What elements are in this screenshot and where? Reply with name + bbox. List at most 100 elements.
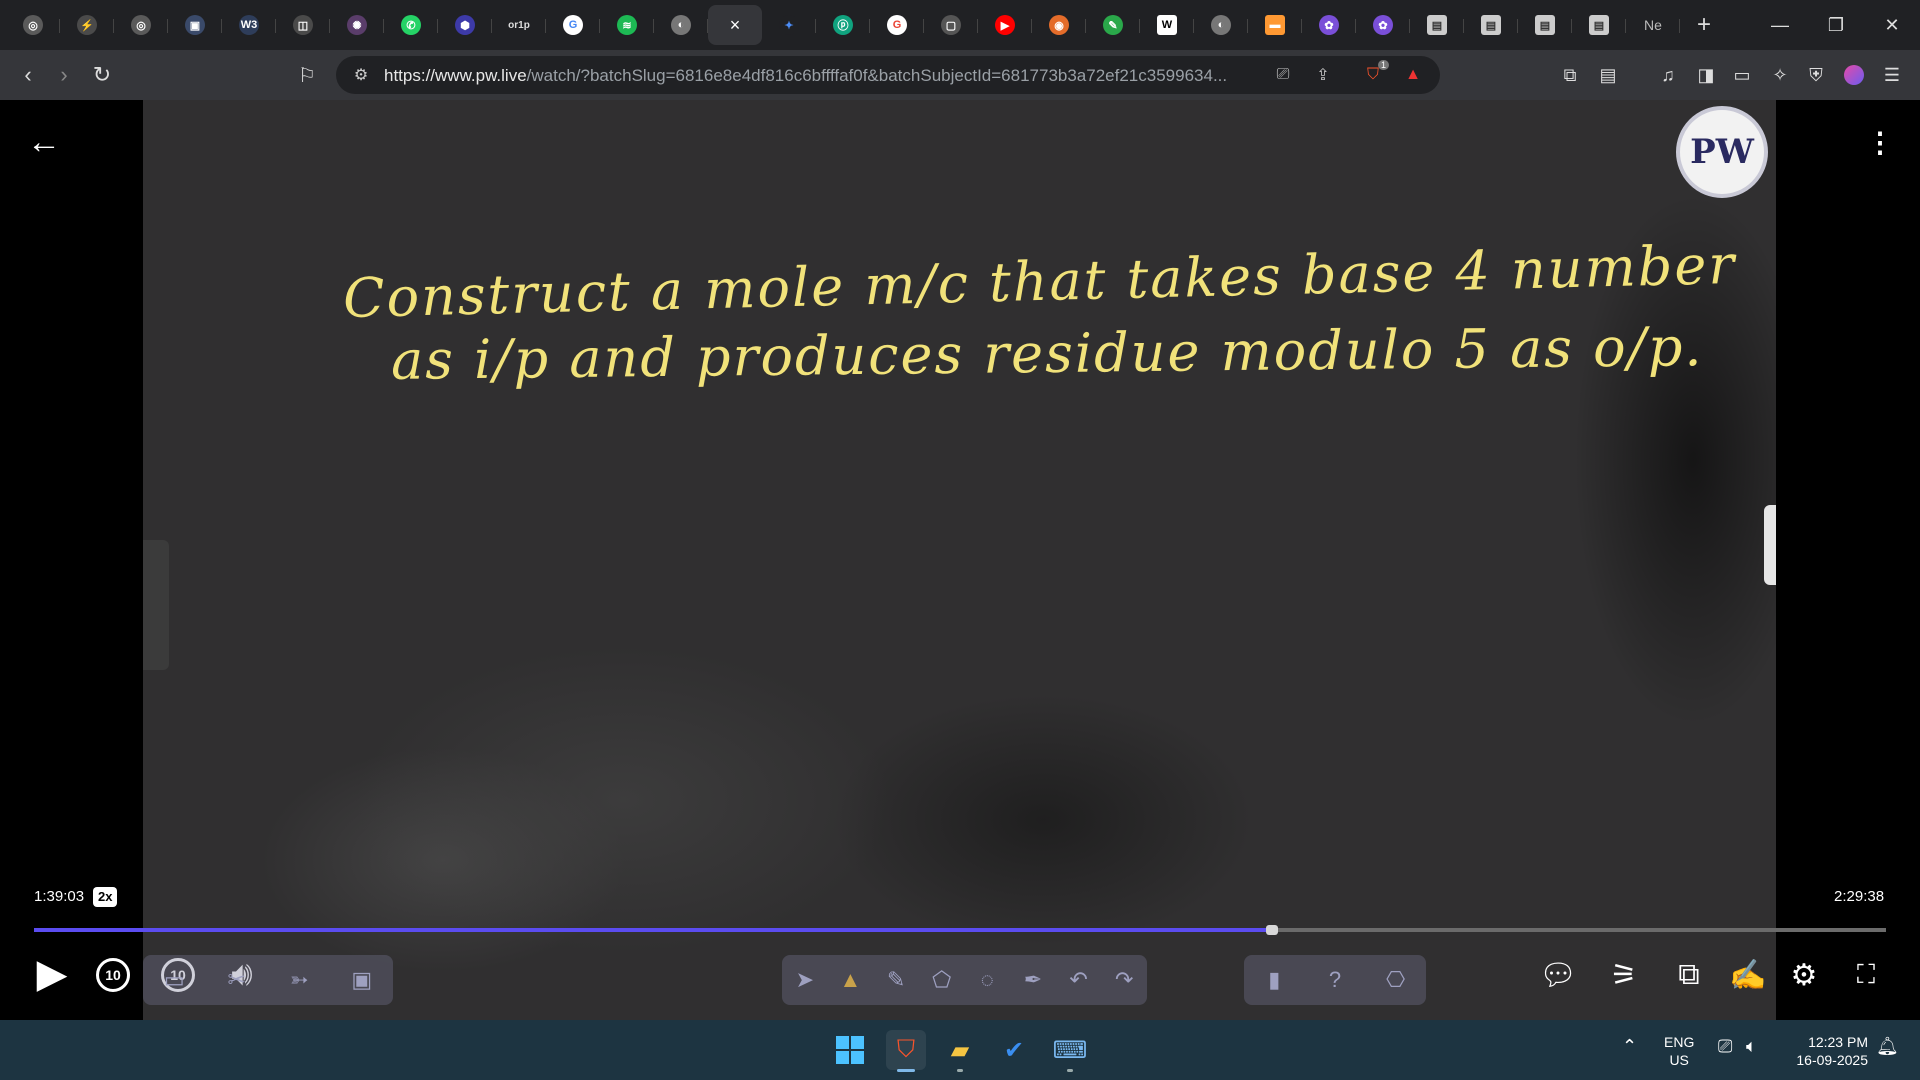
- browser-toolbar: ‹ › ↻ ⚐ ⚙ https://www.pw.live/watch/?bat…: [0, 50, 1920, 100]
- fullscreen-button[interactable]: ⛶: [1844, 953, 1888, 997]
- leo-ai-icon[interactable]: ✧: [1764, 59, 1796, 91]
- video-toolbar-left: ▭ ✂ ➳ ▣: [143, 955, 393, 1005]
- browser-tab[interactable]: ×: [708, 5, 762, 45]
- chat-button[interactable]: 💬︎: [1536, 953, 1580, 997]
- brave-rewards-icon[interactable]: ▲: [1402, 64, 1424, 86]
- vpn-icon[interactable]: ⛨: [1800, 59, 1832, 91]
- taskbar-file-explorer[interactable]: ▰: [940, 1030, 980, 1072]
- browser-tab[interactable]: G: [546, 5, 600, 45]
- url-text[interactable]: https://www.pw.live/watch/?batchSlug=681…: [384, 66, 1227, 86]
- browser-tab[interactable]: ▢: [924, 5, 978, 45]
- picture-in-picture-button[interactable]: ⧉: [1667, 953, 1711, 997]
- browser-tab[interactable]: ▤: [1518, 5, 1572, 45]
- taskbar-brave[interactable]: ⛉: [886, 1030, 926, 1072]
- browser-tab[interactable]: ▬: [1248, 5, 1302, 45]
- left-panel-handle[interactable]: [143, 540, 169, 670]
- browser-tab[interactable]: ✺: [330, 5, 384, 45]
- fullscreen-icon: ⛶: [1856, 959, 1876, 989]
- browser-tab[interactable]: ▤: [1464, 5, 1518, 45]
- media-icon[interactable]: ♫: [1652, 59, 1684, 91]
- url-path: /watch/?batchSlug=6816e8e4df816c6bffffaf…: [526, 66, 1228, 85]
- browser-tab[interactable]: G: [870, 5, 924, 45]
- browser-tab[interactable]: ✿: [1302, 5, 1356, 45]
- reader-mode-icon[interactable]: ▤: [1592, 59, 1624, 91]
- share-icon[interactable]: ⇪: [1312, 64, 1334, 86]
- browser-tab[interactable]: ▣: [168, 5, 222, 45]
- clock-date: 16-09-2025: [1796, 1052, 1868, 1068]
- notes-button[interactable]: ✍: [1726, 953, 1770, 997]
- video-player[interactable]: Construct a mole m/c that takes base 4 n…: [0, 100, 1920, 1020]
- flag-india-icon: ▬: [1265, 15, 1285, 35]
- translate-button[interactable]: ⚞: [1602, 953, 1646, 997]
- chevron-up-icon[interactable]: ⌃: [1622, 1036, 1637, 1057]
- browser-tab[interactable]: ✿: [1356, 5, 1410, 45]
- back-arrow-button[interactable]: ←: [24, 122, 64, 162]
- browser-tab[interactable]: ◎: [6, 5, 60, 45]
- new-tab-button[interactable]: +: [1684, 5, 1724, 45]
- network-icon[interactable]: ⎚: [1718, 1036, 1732, 1057]
- chevron-right-icon: ›: [60, 62, 68, 87]
- rewind-10-button[interactable]: 10: [96, 958, 130, 992]
- browser-tab[interactable]: ▤: [1410, 5, 1464, 45]
- board-text-line-1: Construct a mole m/c that takes base 4 n…: [342, 232, 1737, 331]
- chevron-left-icon: ‹: [24, 62, 32, 87]
- browser-tab[interactable]: ≋: [600, 5, 654, 45]
- browser-tab[interactable]: ◉: [1032, 5, 1086, 45]
- wallet-icon[interactable]: ▭: [1726, 59, 1758, 91]
- checkmark-icon: ✔: [1003, 1036, 1025, 1064]
- browser-tab[interactable]: ▶: [978, 5, 1032, 45]
- browser-tab[interactable]: ◫: [276, 5, 330, 45]
- bookmark-button[interactable]: ⚐: [287, 55, 327, 95]
- folder-icon: ▰: [950, 1036, 970, 1064]
- back-button[interactable]: ‹: [8, 55, 48, 95]
- browser-tab[interactable]: ◐: [654, 5, 708, 45]
- close-window-button[interactable]: ✕: [1864, 0, 1920, 50]
- menu-icon[interactable]: ☰: [1876, 59, 1908, 91]
- settings-button[interactable]: ⚙: [1782, 953, 1826, 997]
- browser-tab[interactable]: ▤: [1572, 5, 1626, 45]
- browser-tab[interactable]: W: [1140, 5, 1194, 45]
- restore-button[interactable]: ❐: [1808, 0, 1864, 50]
- w3schools-icon: W3: [239, 15, 259, 35]
- system-clock[interactable]: 12:23 PM 16-09-2025: [1780, 1033, 1868, 1069]
- kebab-menu-icon: ⋮: [1866, 126, 1894, 158]
- translate-icon: ⚞: [1610, 958, 1638, 992]
- minimize-button[interactable]: —: [1752, 0, 1808, 50]
- site-settings-icon[interactable]: ⚙: [350, 64, 372, 86]
- browser-tab[interactable]: or1p: [492, 5, 546, 45]
- close-icon[interactable]: ×: [730, 15, 741, 36]
- address-bar[interactable]: ⚙ https://www.pw.live/watch/?batchSlug=6…: [336, 56, 1440, 94]
- browser-tab[interactable]: ✆: [384, 5, 438, 45]
- play-button[interactable]: ▶: [30, 952, 74, 996]
- browser-tab[interactable]: ◎: [114, 5, 168, 45]
- whatsapp-icon: ✆: [401, 15, 421, 35]
- browser-tab[interactable]: ✦: [762, 5, 816, 45]
- language-indicator[interactable]: ENG US: [1664, 1033, 1694, 1069]
- start-button[interactable]: [830, 1030, 870, 1070]
- browser-tab[interactable]: Ne: [1626, 5, 1680, 45]
- seek-bar[interactable]: [34, 925, 1886, 935]
- browser-tab[interactable]: ⚡: [60, 5, 114, 45]
- browser-tab[interactable]: ✎: [1086, 5, 1140, 45]
- browser-tab[interactable]: ⓟ: [816, 5, 870, 45]
- browser-tab[interactable]: W3: [222, 5, 276, 45]
- sidebar-icon[interactable]: ◨: [1690, 59, 1722, 91]
- forward-button[interactable]: ›: [44, 55, 84, 95]
- right-panel-handle[interactable]: [1764, 505, 1776, 585]
- notification-bell-icon[interactable]: 🔔︎: [1876, 1036, 1899, 1057]
- profile-icon[interactable]: [1838, 59, 1870, 91]
- reload-button[interactable]: ↻: [82, 55, 122, 95]
- playback-speed-badge[interactable]: 2x: [93, 887, 118, 907]
- more-options-button[interactable]: ⋮: [1860, 122, 1900, 162]
- seek-bar-thumb[interactable]: [1266, 925, 1279, 935]
- browser-tab[interactable]: ◐: [1194, 5, 1248, 45]
- speaker-icon[interactable]: 🔈︎: [1746, 1036, 1757, 1057]
- app-icon: ◉: [1049, 15, 1069, 35]
- browser-tab[interactable]: ⬢: [438, 5, 492, 45]
- taskbar-keyboard[interactable]: ⌨: [1050, 1030, 1090, 1072]
- taskbar-todo[interactable]: ✔: [994, 1030, 1034, 1070]
- globe-icon: ◐: [1211, 15, 1231, 35]
- cast-icon[interactable]: ⎚: [1272, 64, 1294, 86]
- gear-icon: ⚙: [1790, 958, 1818, 992]
- extensions-icon[interactable]: ⧉: [1554, 59, 1586, 91]
